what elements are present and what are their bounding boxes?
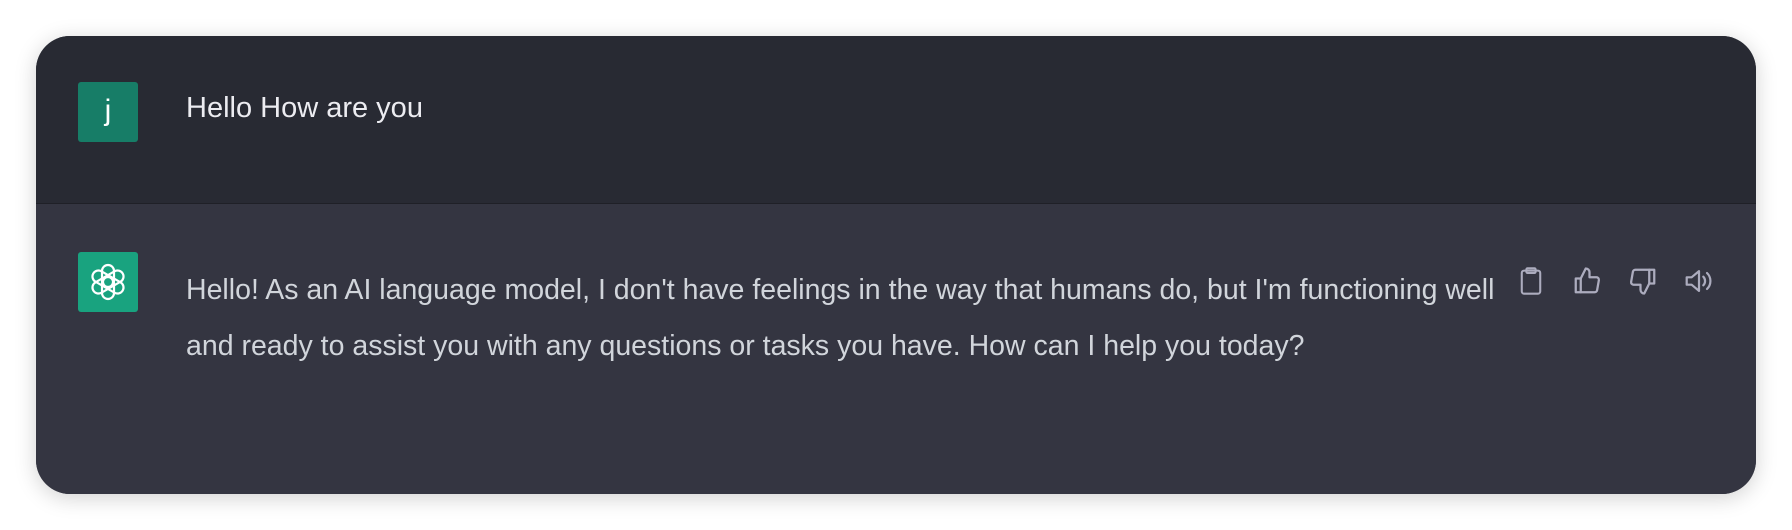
clipboard-icon <box>1520 267 1542 295</box>
thumbs-up-icon <box>1574 267 1600 294</box>
thumbs-down-icon <box>1630 268 1656 295</box>
read-aloud-button[interactable] <box>1682 264 1716 298</box>
chat-card: j Hello How are you Hello! As an AI lang… <box>36 36 1756 494</box>
message-actions <box>1514 264 1716 298</box>
openai-logo-icon <box>91 263 125 301</box>
assistant-message-row: Hello! As an AI language model, I don't … <box>36 204 1756 494</box>
assistant-message-text: Hello! As an AI language model, I don't … <box>186 274 1495 362</box>
user-message-text: Hello How are you <box>186 92 423 124</box>
speaker-icon <box>1685 270 1712 292</box>
copy-button[interactable] <box>1514 264 1548 298</box>
user-avatar: j <box>78 82 138 142</box>
thumbs-down-button[interactable] <box>1626 264 1660 298</box>
thumbs-up-button[interactable] <box>1570 264 1604 298</box>
assistant-avatar <box>78 252 138 312</box>
user-message-row: j Hello How are you <box>36 36 1756 204</box>
